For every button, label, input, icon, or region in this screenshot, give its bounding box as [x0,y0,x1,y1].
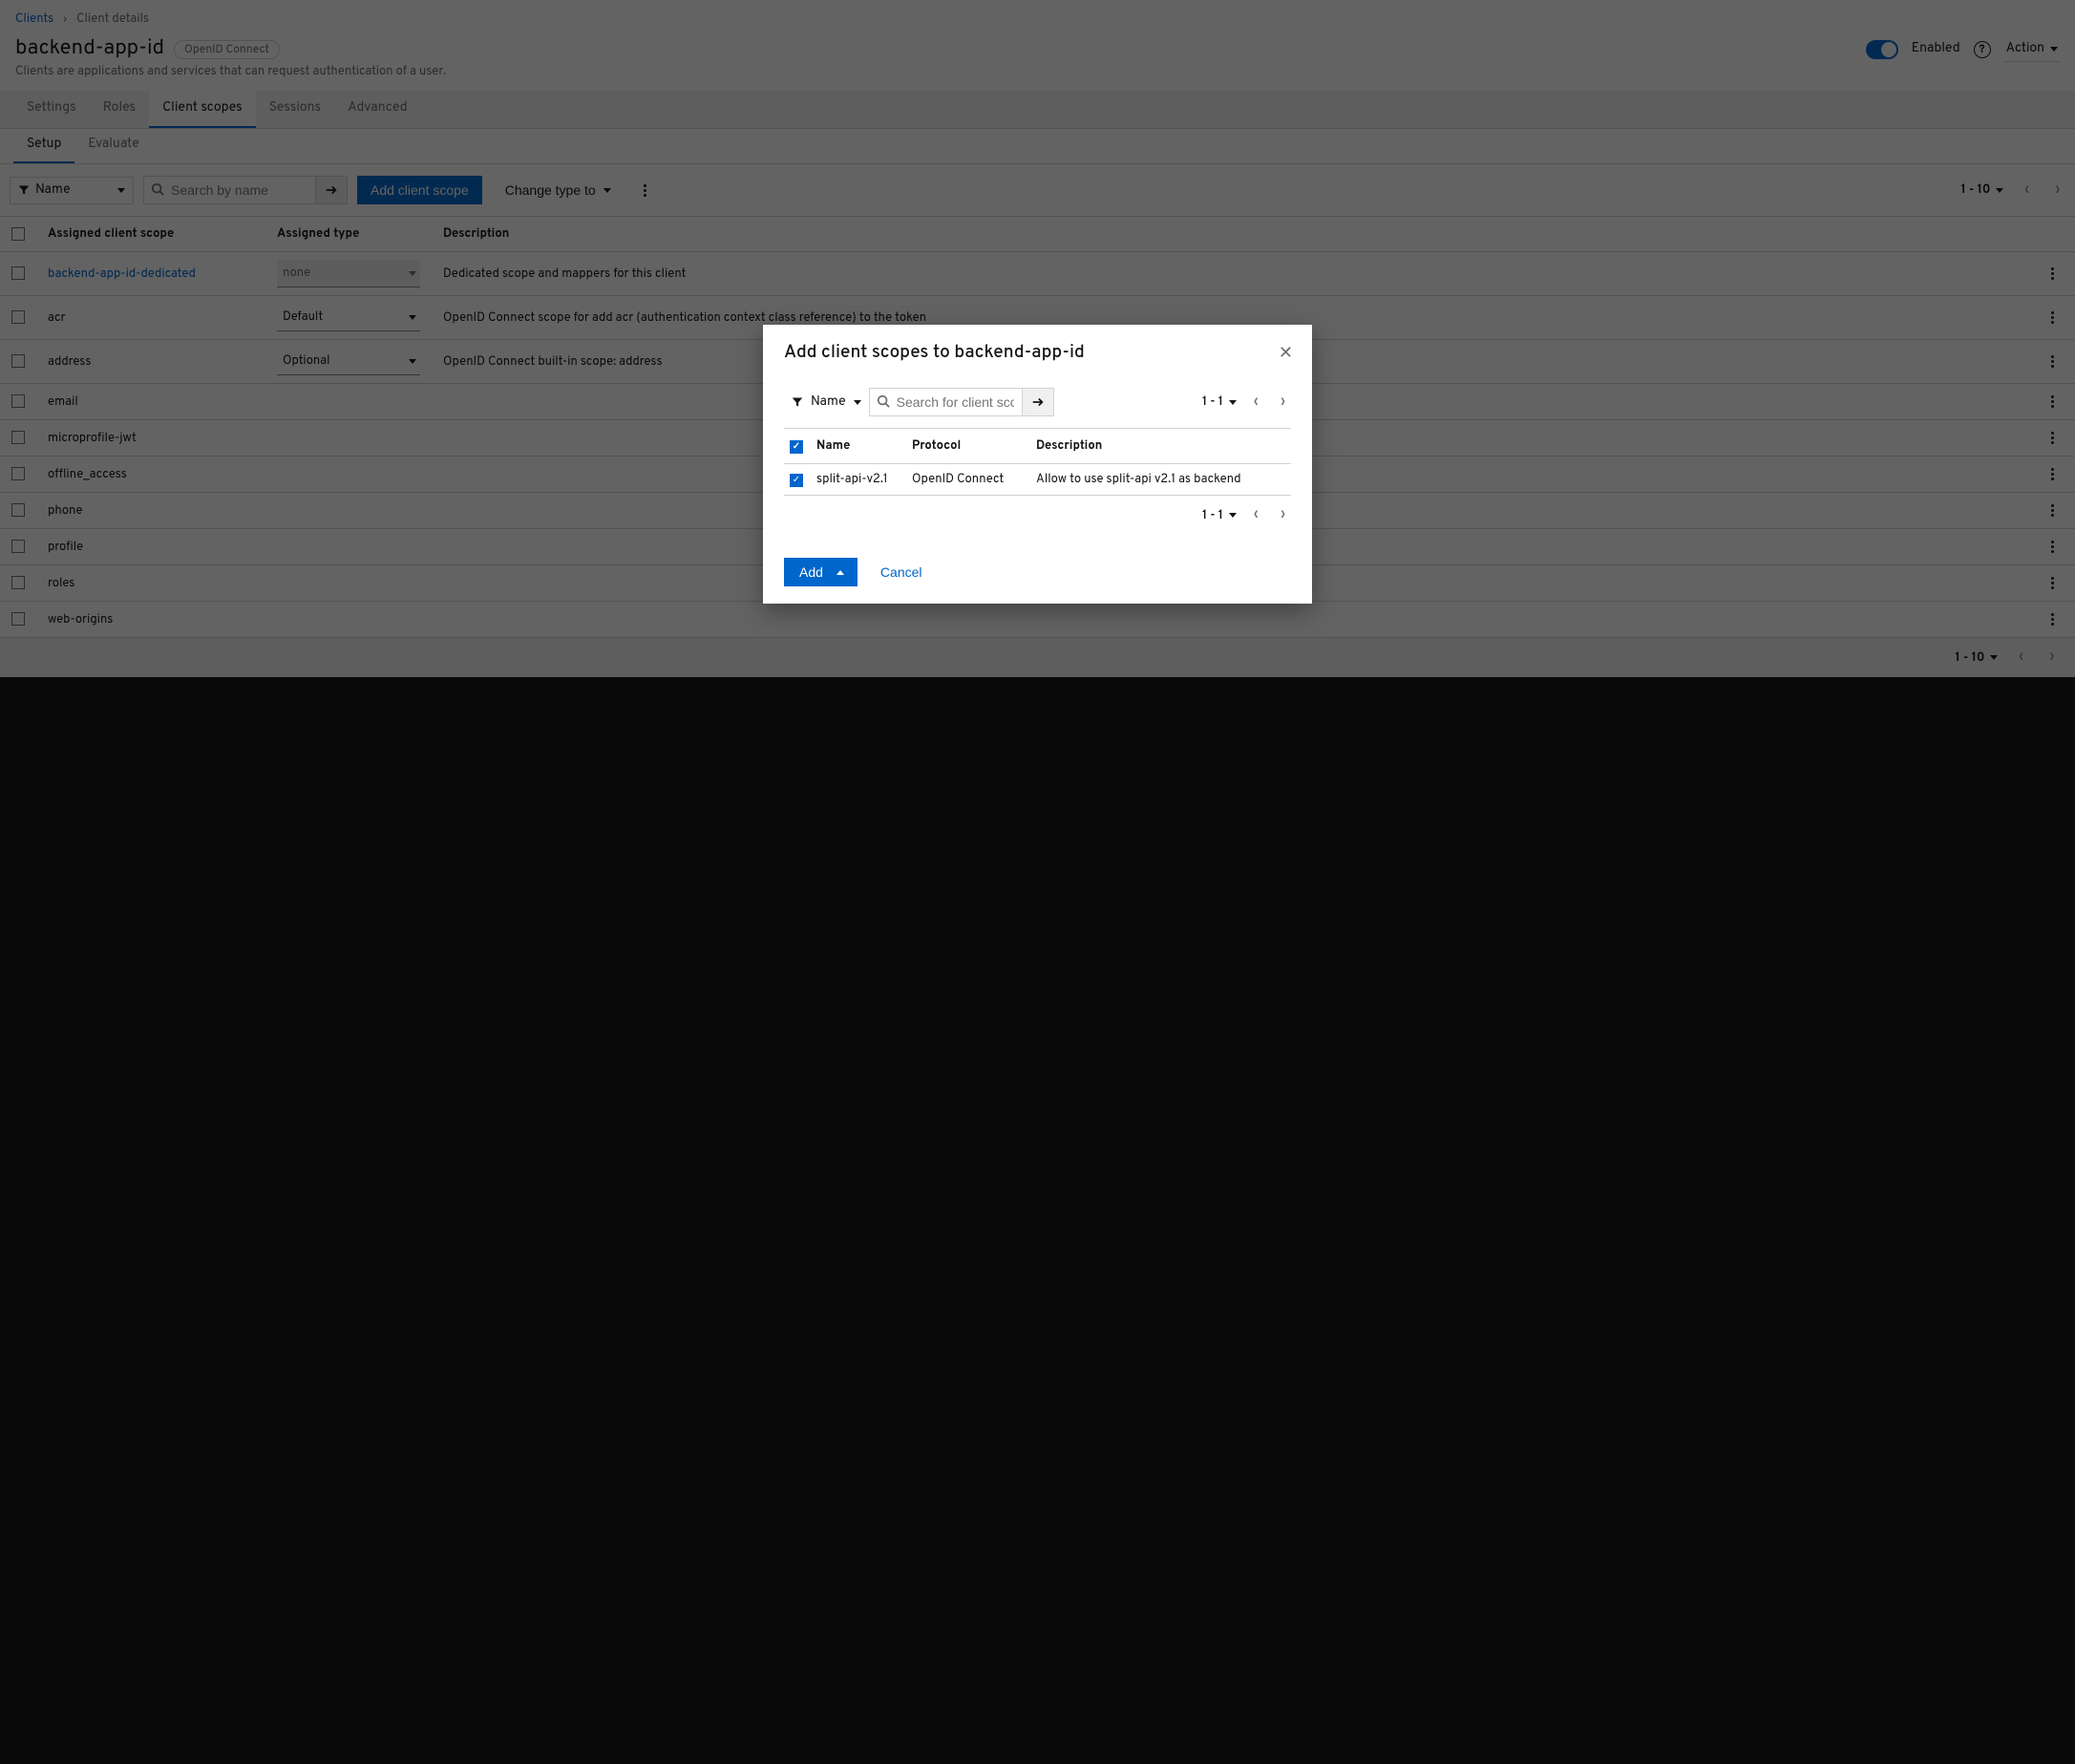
modal-column-name: Name [811,429,906,464]
modal-pagination-prev[interactable]: ‹ [1248,394,1264,411]
modal-overlay[interactable]: ✕ Add client scopes to backend-app-id Na… [0,0,2075,1764]
modal-search-submit-button[interactable] [1022,388,1054,416]
modal-pagination-count-dropdown[interactable]: 1 - 1 [1202,394,1237,410]
modal-filter-label: Name [811,394,846,411]
modal-toolbar: Name 1 - 1 ‹ [784,376,1291,428]
modal-scope-description: Allow to use split-api v2.1 as backend [1030,464,1291,496]
modal-scope-name: split-api-v2.1 [811,464,906,496]
modal-column-description: Description [1030,429,1291,464]
search-icon [877,394,890,414]
arrow-right-icon [1031,395,1045,409]
modal-cancel-button[interactable]: Cancel [875,563,928,581]
modal-scopes-table: ✓ Name Protocol Description ✓ split-api-v… [784,428,1291,496]
add-client-scopes-modal: ✕ Add client scopes to backend-app-id Na… [763,325,1312,604]
modal-pagination-bottom: 1 - 1 ‹ › [1202,507,1291,523]
modal-add-label: Add [799,564,823,580]
modal-title: Add client scopes to backend-app-id [763,325,1312,371]
modal-pagination-range-bottom: 1 - 1 [1202,508,1223,523]
modal-select-all-checkbox[interactable]: ✓ [790,440,803,454]
modal-pagination-next-bottom[interactable]: › [1275,507,1291,523]
caret-down-icon [854,400,861,405]
caret-down-icon [1229,513,1237,518]
modal-pagination-next[interactable]: › [1275,394,1291,411]
modal-pagination-range: 1 - 1 [1202,394,1223,410]
modal-pagination-bottom-row: 1 - 1 ‹ › [784,496,1291,535]
modal-pagination-prev-bottom[interactable]: ‹ [1248,507,1264,523]
modal-scope-protocol: OpenID Connect [906,464,1030,496]
modal-column-protocol: Protocol [906,429,1030,464]
modal-pagination-top: 1 - 1 ‹ › [1202,394,1291,411]
modal-row-checkbox[interactable]: ✓ [790,474,803,487]
modal-footer: Add Cancel [763,544,1312,604]
modal-pagination-count-dropdown-bottom[interactable]: 1 - 1 [1202,508,1237,523]
modal-close-button[interactable]: ✕ [1273,342,1299,364]
modal-search-input[interactable] [869,388,1022,416]
caret-down-icon [1229,400,1237,405]
modal-table-row: ✓ split-api-v2.1OpenID ConnectAllow to us… [784,464,1291,496]
modal-filter-dropdown[interactable]: Name [784,390,869,415]
modal-add-button[interactable]: Add [784,558,858,586]
funnel-icon [792,396,803,408]
caret-up-icon [836,570,844,575]
